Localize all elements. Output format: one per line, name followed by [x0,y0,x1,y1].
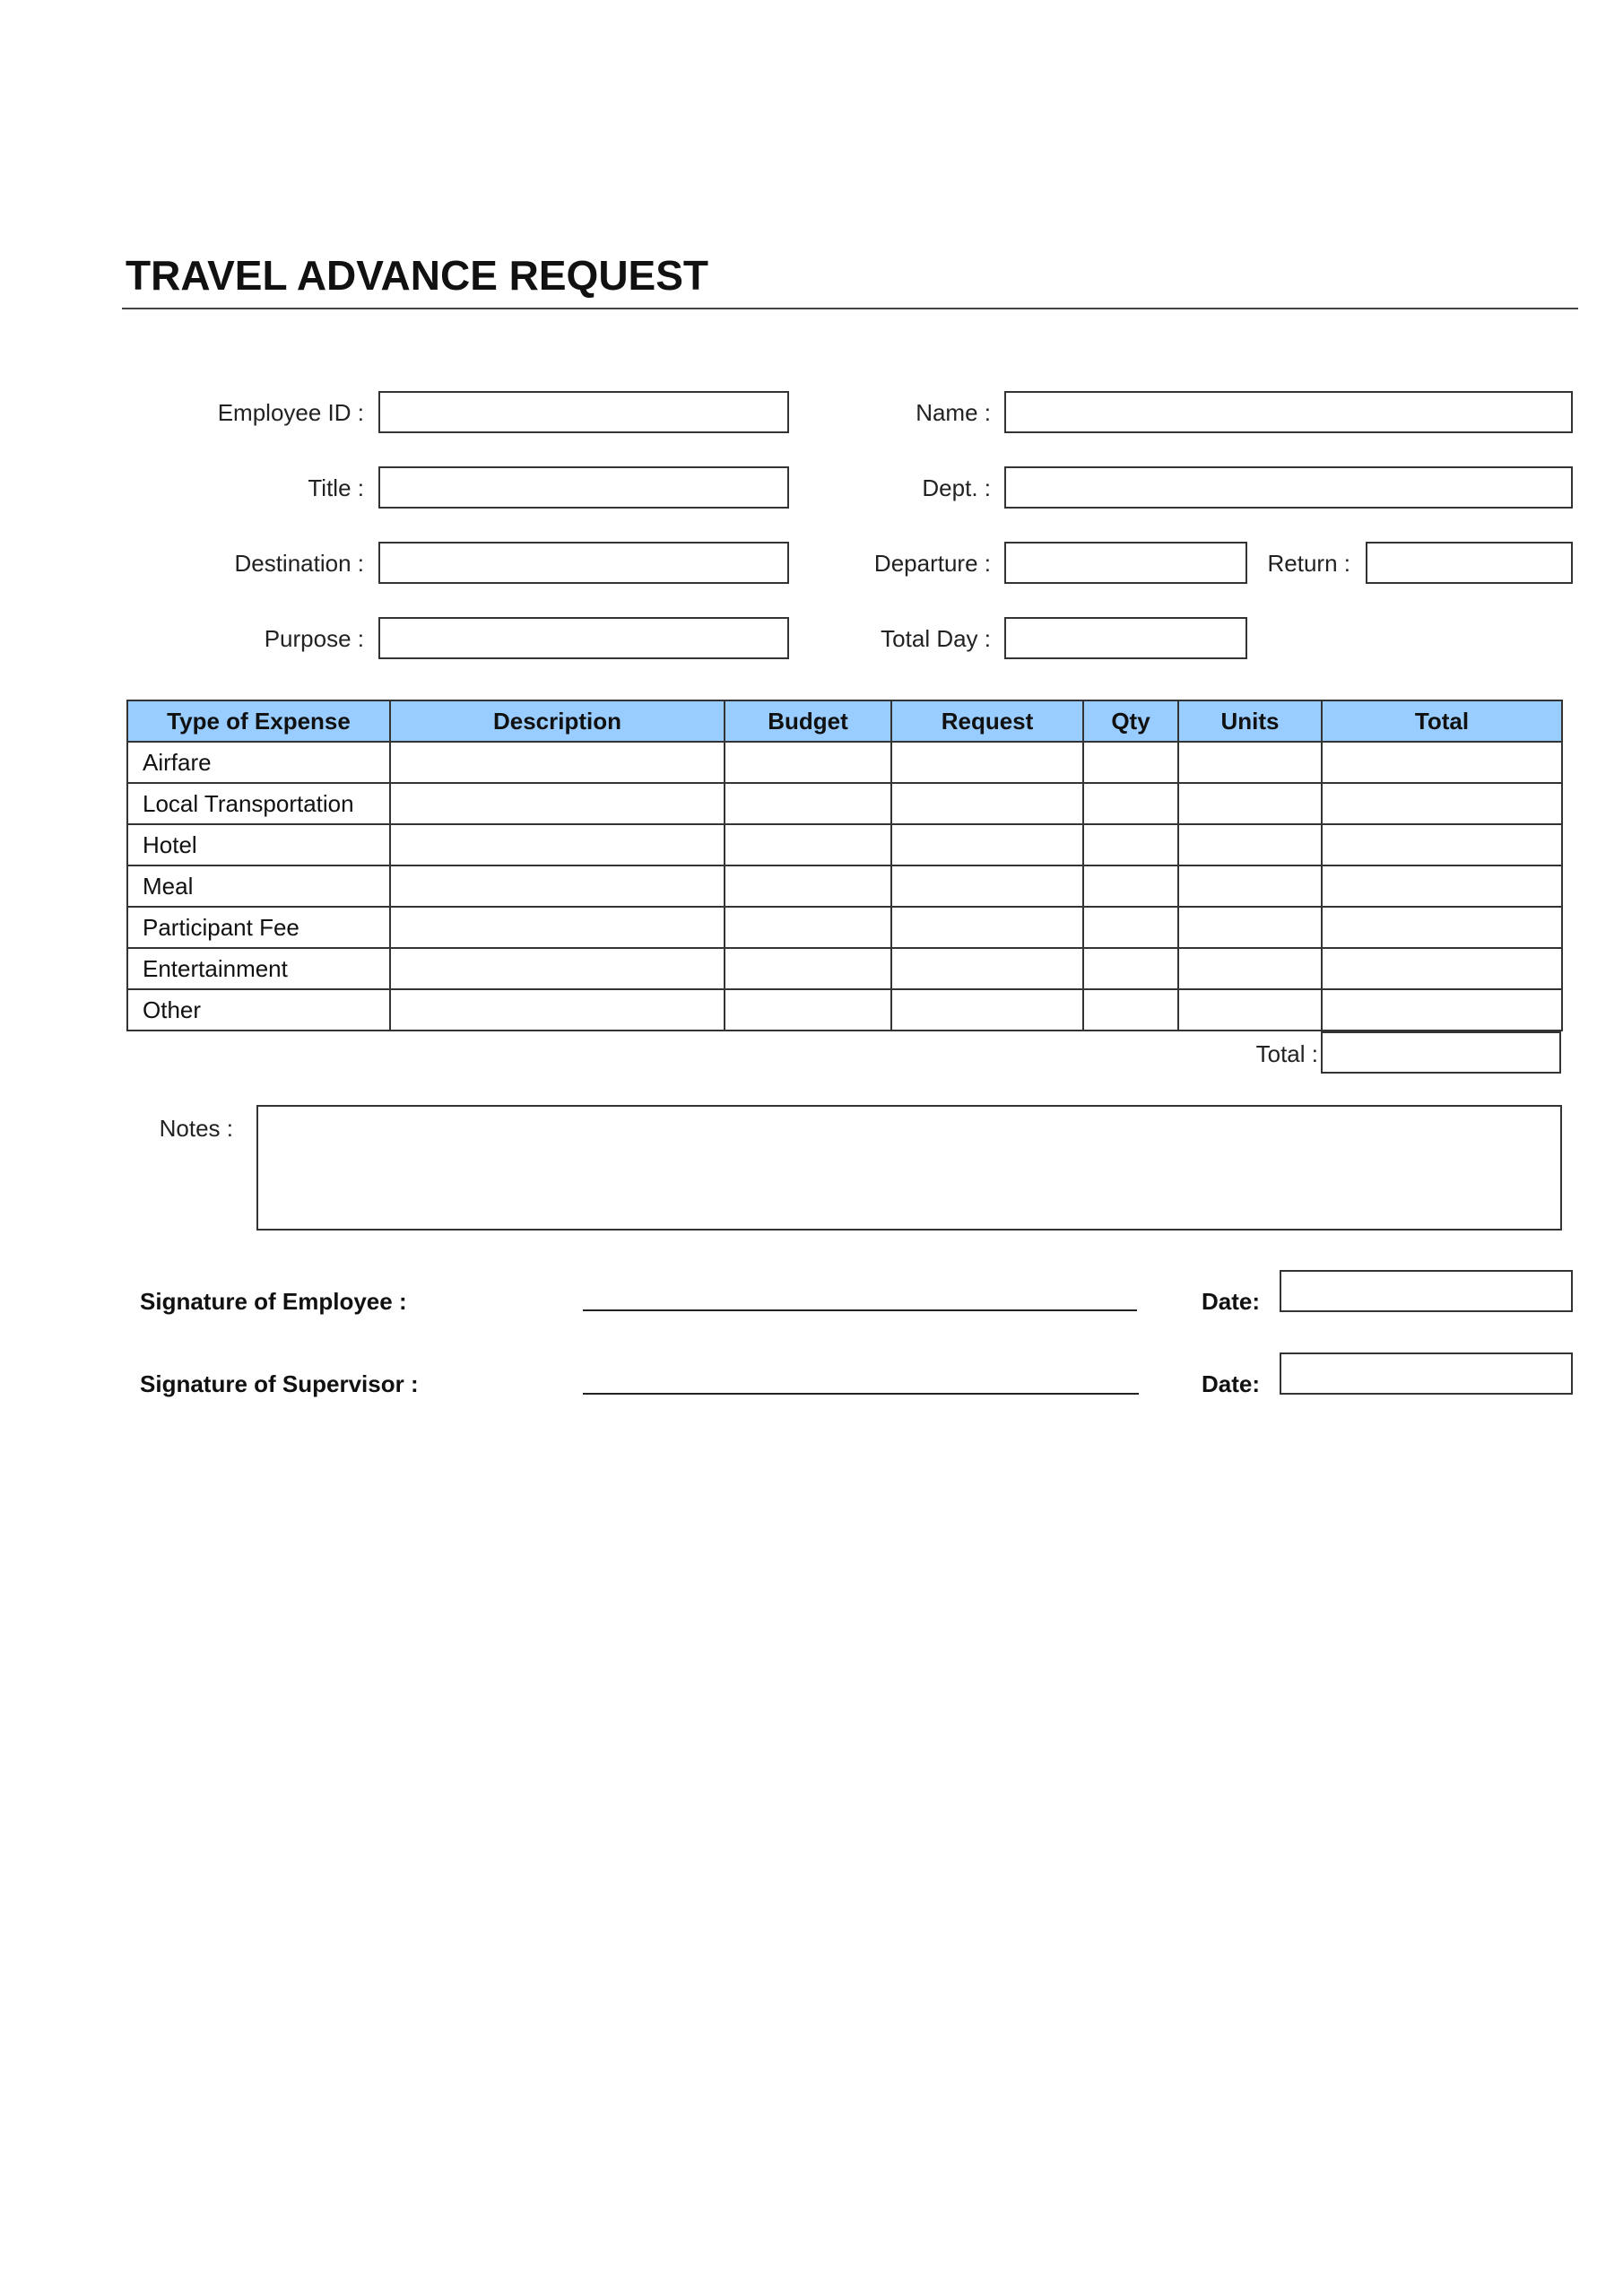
expense-type-cell: Other [126,988,391,1031]
request-cell[interactable] [890,988,1084,1031]
supervisor-signature-line[interactable] [583,1393,1139,1395]
column-header-units: Units [1177,700,1323,743]
title-divider [122,308,1578,309]
supervisor-date-field[interactable] [1280,1352,1573,1395]
grand-total-label: Total : [1255,1040,1318,1067]
total-cell[interactable] [1321,865,1563,908]
request-cell[interactable] [890,782,1084,825]
dept-label: Dept. : [922,474,991,501]
total-cell[interactable] [1321,823,1563,866]
units-cell[interactable] [1177,782,1323,825]
expense-type-cell: Meal [126,865,391,908]
total-cell[interactable] [1321,906,1563,949]
budget-cell[interactable] [724,782,892,825]
description-cell[interactable] [389,823,725,866]
budget-cell[interactable] [724,906,892,949]
column-header-budget: Budget [724,700,892,743]
employee-date-field[interactable] [1280,1270,1573,1312]
return-label: Return : [1267,550,1351,577]
total-cell[interactable] [1321,947,1563,990]
title-field[interactable] [378,466,789,509]
qty-cell[interactable] [1082,947,1179,990]
budget-cell[interactable] [724,823,892,866]
notes-label: Notes : [159,1115,233,1142]
expense-type-cell: Participant Fee [126,906,391,949]
expense-type-cell: Local Transportation [126,782,391,825]
expense-type-cell: Entertainment [126,947,391,990]
units-cell[interactable] [1177,988,1323,1031]
supervisor-date-label: Date: [1202,1370,1261,1397]
name-field[interactable] [1004,391,1573,433]
total-day-label: Total Day : [881,625,991,652]
expense-type-cell: Airfare [126,741,391,784]
units-cell[interactable] [1177,741,1323,784]
description-cell[interactable] [389,782,725,825]
return-field[interactable] [1366,542,1573,584]
total-cell[interactable] [1321,988,1563,1031]
table-row: Local Transportation [126,782,1563,825]
employee-date-label: Date: [1202,1288,1261,1315]
qty-cell[interactable] [1082,865,1179,908]
request-cell[interactable] [890,865,1084,908]
column-header-total: Total [1321,700,1563,743]
supervisor-signature-label: Signature of Supervisor : [140,1370,419,1397]
request-cell[interactable] [890,906,1084,949]
purpose-field[interactable] [378,617,789,659]
qty-cell[interactable] [1082,988,1179,1031]
budget-cell[interactable] [724,865,892,908]
units-cell[interactable] [1177,823,1323,866]
qty-cell[interactable] [1082,823,1179,866]
column-header-description: Description [389,700,725,743]
total-day-field[interactable] [1004,617,1247,659]
request-cell[interactable] [890,947,1084,990]
budget-cell[interactable] [724,741,892,784]
units-cell[interactable] [1177,947,1323,990]
description-cell[interactable] [389,741,725,784]
grand-total-field[interactable] [1321,1031,1561,1074]
table-row: Meal [126,865,1563,908]
expense-type-cell: Hotel [126,823,391,866]
qty-cell[interactable] [1082,741,1179,784]
page-title: TRAVEL ADVANCE REQUEST [126,252,709,299]
departure-field[interactable] [1004,542,1247,584]
description-cell[interactable] [389,906,725,949]
table-row: Airfare [126,741,1563,784]
description-cell[interactable] [389,947,725,990]
employee-signature-line[interactable] [583,1309,1137,1311]
units-cell[interactable] [1177,906,1323,949]
column-header-request: Request [890,700,1084,743]
title-label: Title : [308,474,364,501]
destination-label: Destination : [234,550,364,577]
employee-id-label: Employee ID : [217,399,364,426]
departure-label: Departure : [873,550,991,577]
table-row: Entertainment [126,947,1563,990]
employee-signature-label: Signature of Employee : [140,1288,407,1315]
table-row: Other [126,988,1563,1031]
request-cell[interactable] [890,741,1084,784]
purpose-label: Purpose : [264,625,364,652]
budget-cell[interactable] [724,947,892,990]
employee-id-field[interactable] [378,391,789,433]
units-cell[interactable] [1177,865,1323,908]
table-row: Participant Fee [126,906,1563,949]
description-cell[interactable] [389,865,725,908]
budget-cell[interactable] [724,988,892,1031]
column-header-qty: Qty [1082,700,1179,743]
description-cell[interactable] [389,988,725,1031]
qty-cell[interactable] [1082,782,1179,825]
request-cell[interactable] [890,823,1084,866]
name-label: Name : [916,399,991,426]
destination-field[interactable] [378,542,789,584]
table-row: Hotel [126,823,1563,866]
table-header-row: Type of Expense Description Budget Reque… [126,700,1563,743]
qty-cell[interactable] [1082,906,1179,949]
notes-field[interactable] [256,1105,1562,1231]
total-cell[interactable] [1321,782,1563,825]
expense-table: Type of Expense Description Budget Reque… [126,700,1563,1031]
column-header-type: Type of Expense [126,700,391,743]
total-cell[interactable] [1321,741,1563,784]
dept-field[interactable] [1004,466,1573,509]
